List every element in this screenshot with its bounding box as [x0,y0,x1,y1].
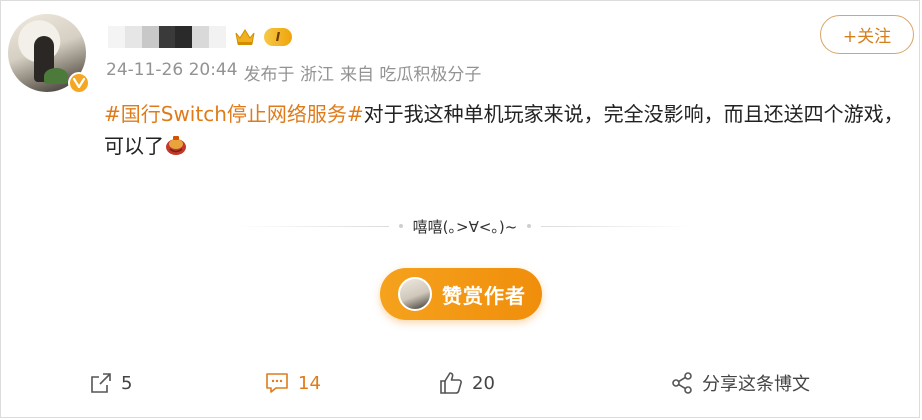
post-source: 来自 吃瓜积极分子 [339,65,482,85]
reward-author-button[interactable]: 赞赏作者 [380,268,542,320]
like-button[interactable]: 20 [438,364,495,402]
divider-text: 嘻嘻(｡>∀<｡)~ [412,217,518,236]
author-avatar[interactable] [8,14,90,96]
share-button[interactable]: 分享这条博文 [670,364,810,402]
post-location: 发布于 浙江 [243,65,334,85]
share-label: 分享这条博文 [702,374,810,395]
level-badge: I [264,28,292,46]
author-name[interactable] [108,26,227,48]
comment-icon [266,373,288,393]
author-name-row: I [108,23,292,51]
crown-icon [235,29,255,45]
verified-icon [68,72,90,94]
follow-label: +关注 [842,27,892,47]
post-timestamp[interactable]: 24-11-26 20:44 [106,60,238,85]
avatar-plant [44,68,68,84]
like-count: 20 [472,372,495,394]
emoji-icon [166,136,186,155]
hashtag-link[interactable]: #国行Switch停止网络服务# [104,102,364,126]
post-content: #国行Switch停止网络服务#对于我这种单机玩家来说，完全没影响，而且还送四个… [104,98,904,162]
post-meta: 24-11-26 20:44 发布于 浙江 来自 吃瓜积极分子 [106,60,481,85]
post-actions: 5 14 20 分享这条博文 [0,364,920,402]
follow-button[interactable]: +关注 [820,15,914,54]
divider-line-right [541,225,696,227]
reward-label: 赞赏作者 [442,283,526,308]
repost-icon [91,373,111,393]
content-divider: 嘻嘻(｡>∀<｡)~ [235,214,696,238]
like-icon [440,372,462,394]
divider-dot-left [398,224,403,228]
reward-avatar [398,277,432,311]
comment-button[interactable]: 14 [264,364,321,402]
share-icon [672,372,692,394]
repost-count: 5 [121,372,133,394]
divider-line-left [235,225,389,227]
divider-dot-right [527,224,532,228]
comment-count: 14 [298,372,321,394]
repost-button[interactable]: 5 [89,364,132,402]
